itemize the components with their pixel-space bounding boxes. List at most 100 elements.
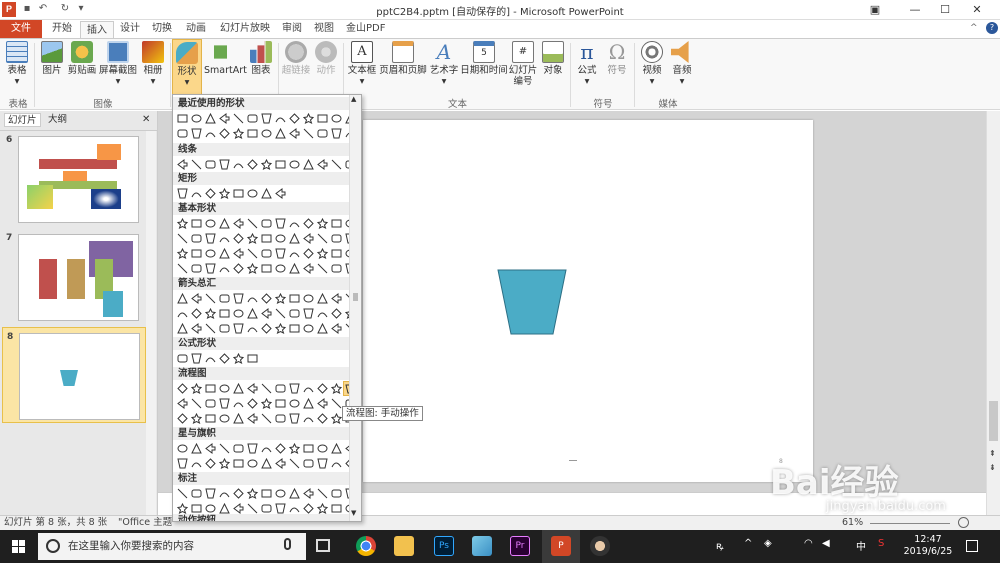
shape-option-icon[interactable] <box>330 232 343 245</box>
shape-option-icon[interactable] <box>316 397 329 410</box>
shape-option-icon[interactable] <box>302 262 315 275</box>
shape-option-icon[interactable] <box>176 158 189 171</box>
chart-button[interactable]: 图表 <box>248 41 274 76</box>
shape-option-icon[interactable] <box>316 307 329 320</box>
shape-option-icon[interactable] <box>274 442 287 455</box>
system-clock[interactable]: 12:47 2019/6/25 <box>900 534 956 558</box>
shape-option-icon[interactable] <box>330 112 343 125</box>
shape-option-icon[interactable] <box>330 382 343 395</box>
shape-option-icon[interactable] <box>260 412 273 425</box>
shape-option-icon[interactable] <box>302 457 315 470</box>
shape-option-icon[interactable] <box>288 442 301 455</box>
shape-option-icon[interactable] <box>288 232 301 245</box>
shape-option-icon[interactable] <box>260 382 273 395</box>
shape-option-icon[interactable] <box>316 487 329 500</box>
shape-option-icon[interactable] <box>204 247 217 260</box>
volume-icon[interactable]: ◀ <box>822 538 830 549</box>
shape-option-icon[interactable] <box>232 397 245 410</box>
folder-icon[interactable] <box>394 536 414 556</box>
shape-option-icon[interactable] <box>274 232 287 245</box>
shape-option-icon[interactable] <box>218 412 231 425</box>
shape-option-icon[interactable] <box>246 457 259 470</box>
shape-option-icon[interactable] <box>190 457 203 470</box>
tab-view[interactable]: 视图 <box>308 20 340 38</box>
shape-option-icon[interactable] <box>176 232 189 245</box>
shape-option-icon[interactable] <box>232 322 245 335</box>
shape-option-icon[interactable] <box>260 247 273 260</box>
shape-option-icon[interactable] <box>218 442 231 455</box>
shape-option-icon[interactable] <box>218 262 231 275</box>
header-footer-button[interactable]: 页眉和页脚 <box>378 41 428 76</box>
shape-option-icon[interactable] <box>274 247 287 260</box>
shape-option-icon[interactable] <box>288 382 301 395</box>
shape-option-icon[interactable] <box>288 322 301 335</box>
shape-option-icon[interactable] <box>190 322 203 335</box>
shapes-button[interactable]: 形状 ▾ <box>172 39 202 95</box>
equation-button[interactable]: π 公式 ▾ <box>574 41 600 87</box>
shape-option-icon[interactable] <box>218 382 231 395</box>
shape-option-icon[interactable] <box>190 442 203 455</box>
shape-option-icon[interactable] <box>232 247 245 260</box>
shape-option-icon[interactable] <box>232 292 245 305</box>
shape-option-icon[interactable] <box>330 127 343 140</box>
shape-option-icon[interactable] <box>316 322 329 335</box>
shape-option-icon[interactable] <box>218 457 231 470</box>
shape-option-icon[interactable] <box>218 352 231 365</box>
shape-option-icon[interactable] <box>204 397 217 410</box>
shape-option-icon[interactable] <box>176 352 189 365</box>
shapes-gallery-scrollbar[interactable]: ▲ ▼ <box>349 95 361 521</box>
shape-option-icon[interactable] <box>316 247 329 260</box>
shape-option-icon[interactable] <box>288 292 301 305</box>
shape-option-icon[interactable] <box>316 412 329 425</box>
shape-option-icon[interactable] <box>260 322 273 335</box>
maximize-icon[interactable]: ☐ <box>930 0 960 20</box>
picture-button[interactable]: 图片 <box>38 41 66 76</box>
shape-option-icon[interactable] <box>260 127 273 140</box>
shape-option-icon[interactable] <box>316 262 329 275</box>
shape-option-icon[interactable] <box>316 232 329 245</box>
shape-option-icon[interactable] <box>260 232 273 245</box>
shape-option-icon[interactable] <box>218 127 231 140</box>
shape-option-icon[interactable] <box>190 352 203 365</box>
shape-option-icon[interactable] <box>246 187 259 200</box>
shape-option-icon[interactable] <box>204 217 217 230</box>
clipart-button[interactable]: 剪贴画 <box>66 41 98 76</box>
shape-option-icon[interactable] <box>218 158 231 171</box>
audio-button[interactable]: 音频 ▾ <box>668 41 696 87</box>
shape-option-icon[interactable] <box>246 487 259 500</box>
shape-option-icon[interactable] <box>330 322 343 335</box>
shape-option-icon[interactable] <box>260 442 273 455</box>
shape-option-icon[interactable] <box>232 127 245 140</box>
shape-option-icon[interactable] <box>288 487 301 500</box>
shape-option-icon[interactable] <box>274 457 287 470</box>
shape-option-icon[interactable] <box>288 112 301 125</box>
shape-option-icon[interactable] <box>246 127 259 140</box>
shape-option-icon[interactable] <box>246 412 259 425</box>
shape-option-icon[interactable] <box>232 217 245 230</box>
shape-option-icon[interactable] <box>316 127 329 140</box>
shape-option-icon[interactable] <box>190 112 203 125</box>
shape-option-icon[interactable] <box>302 158 315 171</box>
shape-option-icon[interactable] <box>246 232 259 245</box>
shape-option-icon[interactable] <box>302 397 315 410</box>
shape-option-icon[interactable] <box>190 232 203 245</box>
tab-animations[interactable]: 动画 <box>180 20 212 38</box>
shape-option-icon[interactable] <box>330 262 343 275</box>
minimize-ribbon-icon[interactable]: ^ <box>970 23 978 33</box>
shape-option-icon[interactable] <box>274 187 287 200</box>
shape-option-icon[interactable] <box>176 412 189 425</box>
shape-option-icon[interactable] <box>288 127 301 140</box>
table-button[interactable]: 表格 ▾ <box>4 41 30 87</box>
shape-option-icon[interactable] <box>260 158 273 171</box>
shape-option-icon[interactable] <box>302 487 315 500</box>
shape-option-icon[interactable] <box>232 457 245 470</box>
shape-option-icon[interactable] <box>204 412 217 425</box>
ribbon-display-icon[interactable]: ▣ <box>860 0 890 20</box>
shape-option-icon[interactable] <box>232 112 245 125</box>
wordart-button[interactable]: A 艺术字 ▾ <box>428 41 460 87</box>
shape-option-icon[interactable] <box>176 382 189 395</box>
shape-option-icon[interactable] <box>190 397 203 410</box>
shape-option-icon[interactable] <box>232 412 245 425</box>
shape-option-icon[interactable] <box>176 457 189 470</box>
shape-option-icon[interactable] <box>176 217 189 230</box>
